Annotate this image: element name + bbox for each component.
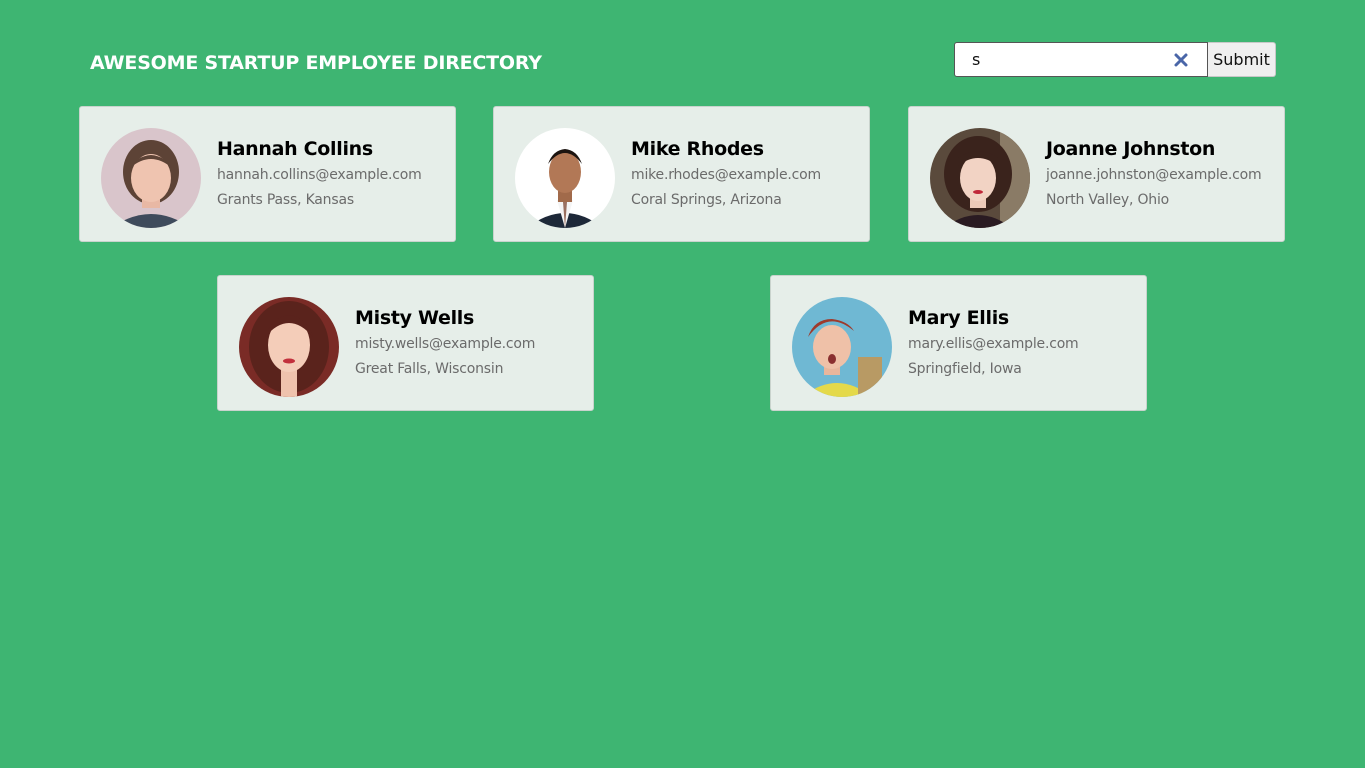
employee-location: Springfield, Iowa xyxy=(908,361,1022,377)
search-input[interactable] xyxy=(955,43,1172,76)
page-title: AWESOME STARTUP EMPLOYEE DIRECTORY xyxy=(90,52,542,74)
employee-email: hannah.collins@example.com xyxy=(217,167,422,183)
employee-name: Misty Wells xyxy=(355,307,475,329)
employee-location: Grants Pass, Kansas xyxy=(217,192,354,208)
employee-location: Coral Springs, Arizona xyxy=(631,192,782,208)
employee-info: Hannah Collins hannah.collins@example.co… xyxy=(217,135,452,213)
employee-email: mary.ellis@example.com xyxy=(908,336,1079,352)
employee-email: joanne.johnston@example.com xyxy=(1046,167,1262,183)
employee-info: Misty Wells misty.wells@example.com Grea… xyxy=(355,304,590,382)
employee-email: mike.rhodes@example.com xyxy=(631,167,821,183)
avatar xyxy=(239,297,339,397)
employee-location: Great Falls, Wisconsin xyxy=(355,361,504,377)
search-form: Submit xyxy=(954,42,1276,77)
submit-button[interactable]: Submit xyxy=(1208,42,1276,77)
employee-info: Mary Ellis mary.ellis@example.com Spring… xyxy=(908,304,1143,382)
employee-card[interactable]: Mike Rhodes mike.rhodes@example.com Cora… xyxy=(493,106,870,242)
close-icon[interactable] xyxy=(1173,52,1189,68)
employee-card[interactable]: Misty Wells misty.wells@example.com Grea… xyxy=(217,275,594,411)
employee-location: North Valley, Ohio xyxy=(1046,192,1170,208)
employee-card[interactable]: Mary Ellis mary.ellis@example.com Spring… xyxy=(770,275,1147,411)
avatar xyxy=(930,128,1030,228)
employee-name: Mike Rhodes xyxy=(631,138,764,160)
avatar xyxy=(101,128,201,228)
employee-card[interactable]: Hannah Collins hannah.collins@example.co… xyxy=(79,106,456,242)
employee-info: Joanne Johnston joanne.johnston@example.… xyxy=(1046,135,1281,213)
employee-name: Hannah Collins xyxy=(217,138,373,160)
search-box xyxy=(954,42,1208,77)
employee-name: Joanne Johnston xyxy=(1046,138,1216,160)
directory-page: AWESOME STARTUP EMPLOYEE DIRECTORY Submi… xyxy=(0,0,1365,768)
employee-email: misty.wells@example.com xyxy=(355,336,536,352)
avatar xyxy=(515,128,615,228)
employee-info: Mike Rhodes mike.rhodes@example.com Cora… xyxy=(631,135,866,213)
employee-name: Mary Ellis xyxy=(908,307,1009,329)
employee-card[interactable]: Joanne Johnston joanne.johnston@example.… xyxy=(908,106,1285,242)
avatar xyxy=(792,297,892,397)
